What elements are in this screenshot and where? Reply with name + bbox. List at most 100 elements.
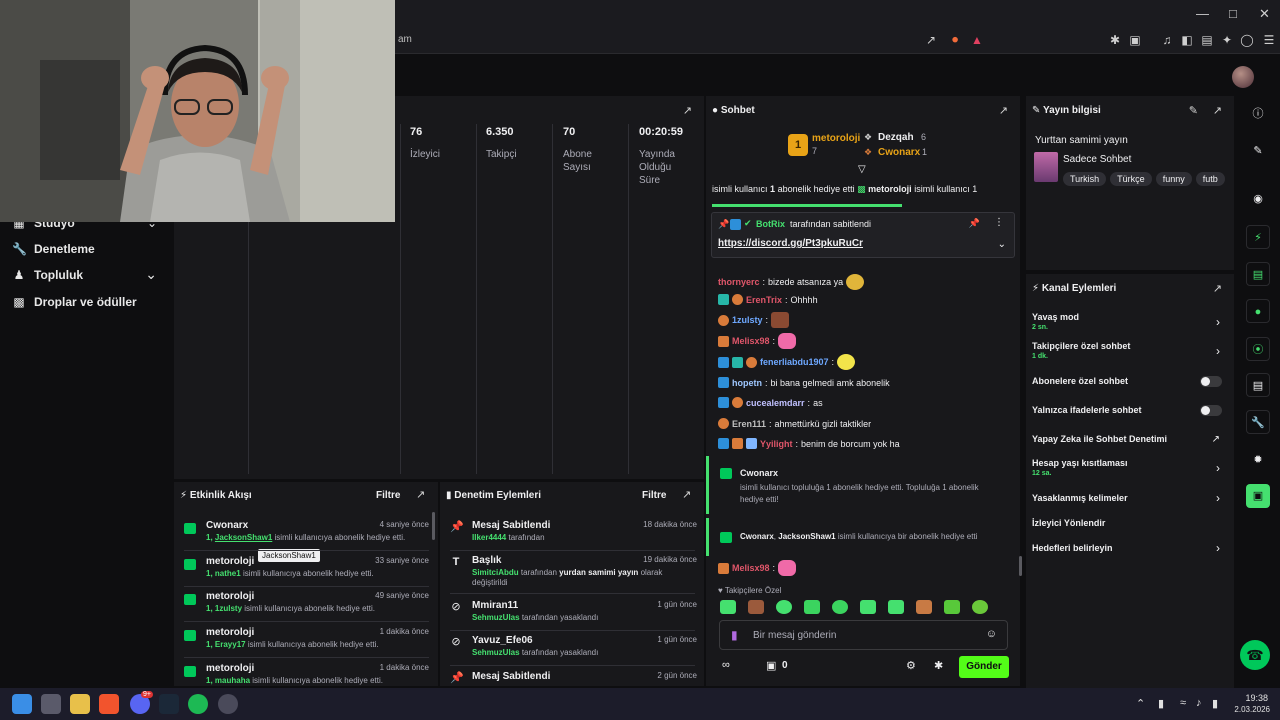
pencil-icon[interactable]: ✎ bbox=[1246, 139, 1270, 163]
broadcast-icon[interactable]: ⦿ bbox=[1246, 337, 1270, 361]
extensions-icon[interactable]: ✱ bbox=[1108, 33, 1122, 47]
event-name[interactable]: Cwonarx bbox=[740, 468, 778, 478]
menu-icon[interactable]: ☰ bbox=[1262, 33, 1276, 47]
chevron-right-icon[interactable]: › bbox=[1216, 491, 1220, 505]
expand-icon[interactable]: ▽ bbox=[858, 164, 866, 175]
category-name[interactable]: Sadece Sohbet bbox=[1063, 154, 1131, 165]
camera-icon[interactable]: ◉ bbox=[1246, 187, 1270, 211]
layout-icon[interactable]: ▤ bbox=[1246, 373, 1270, 397]
emote-icon[interactable] bbox=[888, 600, 904, 614]
leader-first-name[interactable]: metoroloji bbox=[812, 133, 860, 144]
emote-only-toggle[interactable] bbox=[1200, 405, 1222, 416]
chat-username[interactable]: Melisx98 bbox=[732, 336, 770, 346]
goals-row[interactable]: Hedefleri belirleyin › bbox=[1032, 541, 1226, 557]
moderation-actor[interactable]: SimitciAbdu bbox=[472, 568, 519, 577]
chat-username[interactable]: Yyilight bbox=[760, 439, 793, 449]
activity-name[interactable]: metoroloji bbox=[206, 556, 254, 567]
edit-icon[interactable]: ✎ bbox=[1189, 104, 1198, 117]
close-icon[interactable]: ✕ bbox=[1259, 6, 1270, 22]
tag[interactable]: Turkish bbox=[1063, 172, 1107, 186]
chat-username[interactable]: hopetn bbox=[732, 378, 762, 388]
activity-name[interactable]: metoroloji bbox=[206, 663, 254, 674]
explorer-icon[interactable] bbox=[70, 694, 90, 714]
popout-icon[interactable]: ↗ bbox=[999, 104, 1008, 117]
activity-user-link[interactable]: 1zulsty bbox=[215, 604, 242, 613]
emote-icon[interactable] bbox=[944, 600, 960, 614]
tag[interactable]: funny bbox=[1155, 172, 1192, 186]
chat-bubble-icon[interactable]: ● bbox=[1246, 299, 1270, 323]
chat-username[interactable]: Melisx98 bbox=[732, 563, 770, 573]
mic-icon[interactable]: ▮ bbox=[1158, 697, 1164, 710]
emote-icon[interactable] bbox=[748, 600, 764, 614]
chat-input-box[interactable]: ▮ Bir mesaj gönderin ☺ bbox=[719, 620, 1008, 650]
popout-icon[interactable]: ↗ bbox=[683, 104, 692, 117]
followers-only-row[interactable]: Takipçilere özel sohbet 1 dk. › bbox=[1032, 341, 1226, 367]
store-icon[interactable]: ▣ bbox=[766, 659, 776, 672]
chat-username[interactable]: 1zulsty bbox=[732, 315, 763, 325]
popout-icon[interactable]: ↗ bbox=[682, 488, 691, 501]
popout-icon[interactable]: ↗ bbox=[1213, 104, 1222, 117]
nav-item-topluluk[interactable]: ♟ Topluluk bbox=[12, 268, 84, 282]
emote-icon[interactable] bbox=[832, 600, 848, 614]
brave-shield-icon[interactable]: ⚫ bbox=[948, 33, 962, 47]
chat-username[interactable]: Eren111 bbox=[732, 419, 766, 429]
chat-input-placeholder[interactable]: Bir mesaj gönderin bbox=[753, 630, 836, 641]
activity-user-link[interactable]: JacksonShaw1 bbox=[215, 533, 272, 542]
emote-icon[interactable] bbox=[860, 600, 876, 614]
moderation-actor[interactable]: SehmuzUlas bbox=[472, 648, 520, 657]
popout-icon[interactable]: ↗ bbox=[416, 488, 425, 501]
chevron-right-icon[interactable]: › bbox=[1216, 461, 1220, 475]
chevron-right-icon[interactable]: › bbox=[1216, 344, 1220, 358]
tag[interactable]: futb bbox=[1195, 172, 1225, 186]
moderation-actor[interactable]: Ilker4444 bbox=[472, 533, 506, 542]
wallet-icon[interactable]: ▤ bbox=[1200, 33, 1214, 47]
activity-user-link[interactable]: nathe1 bbox=[215, 569, 241, 578]
slow-mode-row[interactable]: Yavaş mod 2 sn. › bbox=[1032, 312, 1226, 338]
tray-chevron-icon[interactable]: ⌃ bbox=[1136, 697, 1145, 710]
activity-name[interactable]: metoroloji bbox=[206, 591, 254, 602]
leader-second-name[interactable]: Dezqah bbox=[878, 132, 914, 143]
event-name[interactable]: Cwonarx bbox=[740, 532, 774, 541]
maximize-icon[interactable]: □ bbox=[1229, 6, 1237, 21]
scrollbar[interactable] bbox=[432, 512, 435, 540]
activity-user-link[interactable]: Erayy17 bbox=[215, 640, 246, 649]
chevron-down-icon[interactable]: ⌄ bbox=[145, 266, 157, 283]
emote-icon[interactable] bbox=[916, 600, 932, 614]
puzzle-icon[interactable]: ✱ bbox=[934, 659, 943, 672]
infinity-icon[interactable]: ∞ bbox=[722, 659, 730, 671]
account-age-row[interactable]: Hesap yaşı kısıtlaması 12 sa. › bbox=[1032, 458, 1226, 484]
volume-icon[interactable]: ♪ bbox=[1196, 697, 1202, 709]
address-text[interactable]: am bbox=[398, 34, 412, 45]
ai-moderation-row[interactable]: Yapay Zeka ile Sohbet Denetimi ↗ bbox=[1032, 434, 1226, 448]
tag[interactable]: Türkçe bbox=[1110, 172, 1152, 186]
activity-name[interactable]: metoroloji bbox=[206, 627, 254, 638]
pinned-author[interactable]: BotRix bbox=[756, 219, 785, 229]
store-app-icon[interactable] bbox=[41, 694, 61, 714]
spotify-icon[interactable] bbox=[188, 694, 208, 714]
support-icon[interactable]: ☎ bbox=[1240, 640, 1270, 670]
battery-icon[interactable]: ▮ bbox=[1212, 697, 1218, 710]
avatar[interactable] bbox=[1232, 66, 1254, 88]
start-icon[interactable] bbox=[12, 694, 32, 714]
chevron-right-icon[interactable]: › bbox=[1216, 541, 1220, 555]
emote-only-row[interactable]: Yalnızca ifadelerle sohbet bbox=[1032, 405, 1226, 419]
chat-username[interactable]: cucealemdarr bbox=[746, 398, 805, 408]
emote-icon[interactable] bbox=[776, 600, 792, 614]
emote-icon[interactable] bbox=[804, 600, 820, 614]
minimize-icon[interactable]: — bbox=[1196, 6, 1209, 21]
emoji-icon[interactable]: ☺ bbox=[986, 628, 997, 640]
chevron-down-icon[interactable]: ⌄ bbox=[998, 239, 1006, 250]
pin-icon[interactable]: 📌 bbox=[969, 218, 980, 229]
banned-words-row[interactable]: Yasaklanmış kelimeler › bbox=[1032, 491, 1226, 507]
chevron-right-icon[interactable]: › bbox=[1216, 315, 1220, 329]
mic-icon[interactable]: ▮ bbox=[731, 628, 738, 642]
popout-icon[interactable]: ↗ bbox=[1213, 282, 1222, 295]
chat-username[interactable]: thornyerc bbox=[718, 277, 760, 287]
vpn-icon[interactable]: ◯ bbox=[1240, 33, 1254, 47]
community-icon[interactable]: ✹ bbox=[1246, 448, 1270, 472]
share-icon[interactable]: ↗ bbox=[924, 33, 938, 47]
wrench-icon[interactable]: 🔧 bbox=[1246, 410, 1270, 434]
scrollbar[interactable] bbox=[1019, 556, 1022, 576]
sidebar-icon[interactable]: ◧ bbox=[1180, 33, 1194, 47]
leo-icon[interactable]: ✦ bbox=[1220, 33, 1234, 47]
